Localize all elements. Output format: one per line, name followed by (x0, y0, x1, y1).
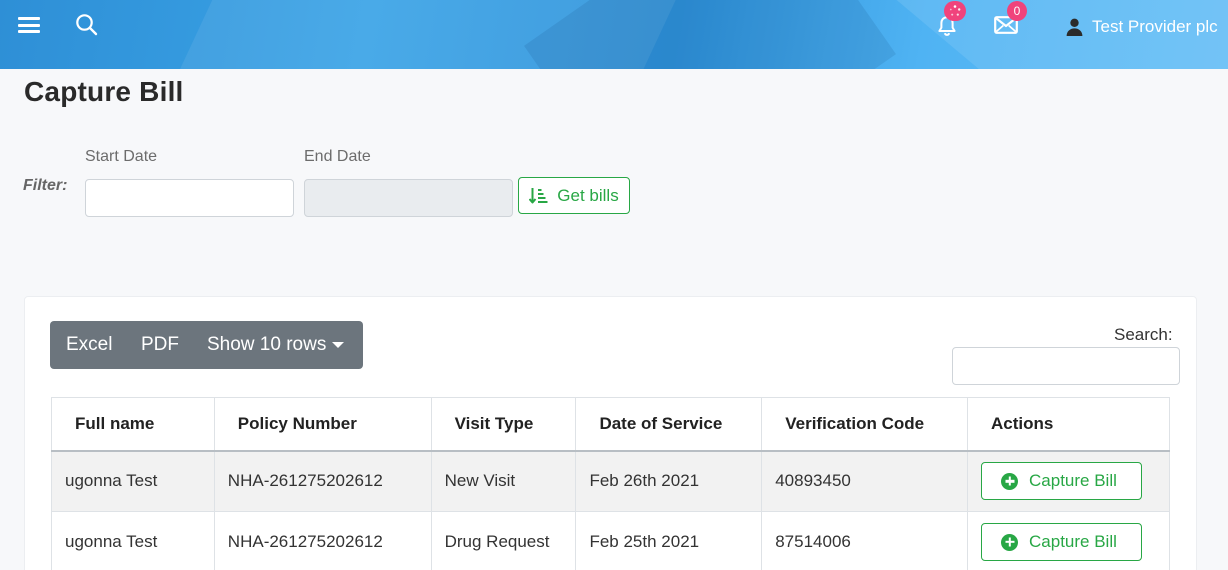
caret-down-icon (332, 342, 345, 348)
pdf-export-button[interactable]: PDF (141, 334, 179, 356)
export-button-group: Excel PDF Show 10 rows (50, 321, 363, 369)
bills-table: Full name Policy Number Visit Type Date … (51, 397, 1170, 570)
column-header-actions[interactable]: Actions (967, 397, 1170, 452)
table-row: ugonna Test NHA-261275202612 New Visit F… (51, 450, 1170, 512)
column-header-full-name[interactable]: Full name (51, 397, 215, 452)
search-icon[interactable] (75, 13, 98, 41)
cell-visit-type: Drug Request (430, 511, 577, 570)
capture-bill-label: Capture Bill (1029, 471, 1117, 491)
get-bills-label: Get bills (557, 185, 619, 205)
cell-policy-number: NHA-261275202612 (213, 511, 432, 570)
end-date-input[interactable] (304, 179, 513, 217)
start-date-input[interactable] (85, 179, 294, 217)
loading-spinner-icon (949, 5, 961, 16)
cell-date-of-service: Feb 25th 2021 (575, 511, 763, 570)
capture-bill-button[interactable]: Capture Bill (981, 523, 1143, 561)
table-row: ugonna Test NHA-261275202612 Drug Reques… (51, 511, 1170, 570)
cell-visit-type: New Visit (430, 450, 577, 512)
plus-circle-icon (1001, 472, 1019, 490)
end-date-label: End Date (304, 148, 371, 165)
user-icon (1066, 18, 1083, 36)
cell-verification-code: 87514006 (761, 511, 969, 570)
capture-bill-button[interactable]: Capture Bill (981, 462, 1143, 501)
filter-label: Filter: (23, 177, 68, 194)
show-rows-dropdown[interactable]: Show 10 rows (207, 334, 345, 356)
column-header-date-of-service[interactable]: Date of Service (575, 397, 763, 452)
excel-export-button[interactable]: Excel (66, 334, 112, 356)
hamburger-icon[interactable] (18, 16, 40, 34)
table-header-row: Full name Policy Number Visit Type Date … (51, 397, 1170, 452)
table-search-input[interactable] (952, 347, 1180, 385)
user-name: Test Provider plc (1092, 17, 1218, 36)
cell-policy-number: NHA-261275202612 (213, 450, 432, 512)
sort-amount-down-icon (529, 188, 548, 204)
cell-actions: Capture Bill (967, 450, 1170, 512)
plus-circle-icon (1001, 533, 1019, 551)
cell-full-name: ugonna Test (51, 511, 215, 570)
user-menu[interactable]: Test Provider plc (1066, 17, 1218, 37)
table-search-label: Search: (1114, 325, 1173, 344)
header-decoration (524, 0, 896, 69)
page-title: Capture Bill (24, 76, 184, 107)
show-rows-label: Show 10 rows (207, 334, 327, 355)
column-header-verification-code[interactable]: Verification Code (761, 397, 969, 452)
cell-date-of-service: Feb 26th 2021 (575, 450, 763, 512)
capture-bill-label: Capture Bill (1029, 532, 1117, 551)
messages-badge: 0 (1007, 1, 1027, 21)
notifications-badge (944, 1, 966, 21)
cell-actions: Capture Bill (967, 511, 1170, 570)
start-date-label: Start Date (85, 148, 158, 165)
cell-verification-code: 40893450 (761, 450, 969, 512)
get-bills-button[interactable]: Get bills (518, 177, 630, 214)
column-header-policy-number[interactable]: Policy Number (213, 397, 432, 452)
top-navbar: 0 Test Provider plc (0, 0, 1228, 69)
cell-full-name: ugonna Test (51, 450, 215, 512)
column-header-visit-type[interactable]: Visit Type (430, 397, 577, 452)
